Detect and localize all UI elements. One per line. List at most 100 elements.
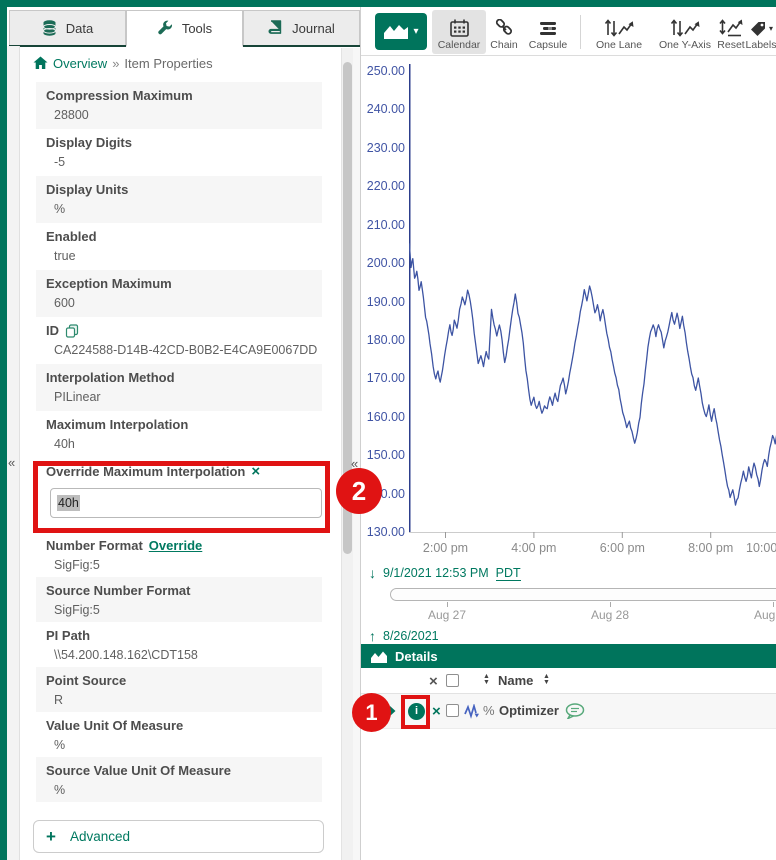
timezone-link[interactable]: PDT — [496, 566, 521, 581]
property-list: Compression Maximum 28800 Display Digits… — [36, 82, 322, 802]
range-tick — [610, 602, 611, 607]
row-checkbox[interactable] — [446, 704, 459, 717]
tab-tools[interactable]: Tools — [126, 10, 243, 47]
trend-icon — [383, 23, 409, 40]
labels-button[interactable]: ▾ Labels — [739, 10, 776, 54]
remove-all-icon[interactable]: × — [429, 674, 438, 689]
end-datetime[interactable]: 9/1/2021 12:53 PM — [383, 566, 489, 580]
details-title: Details — [395, 649, 438, 664]
property-display-units: Display Units % — [36, 176, 322, 223]
one-y-axis-icon — [670, 19, 700, 37]
home-icon[interactable] — [33, 56, 48, 70]
property-number-format: Number Format Override SigFig:5 — [36, 532, 322, 577]
book-icon — [268, 20, 283, 36]
area-chart-icon — [371, 650, 387, 663]
view-mode-button[interactable]: ▾ — [375, 13, 427, 50]
plus-icon: + — [46, 830, 56, 844]
workbench-tabbar: Data Tools Journal — [9, 10, 360, 47]
calendar-icon — [450, 19, 469, 37]
item-properties-panel: Data Tools Journal Overview » Item Prope… — [7, 7, 360, 860]
details-panel-header: Details — [361, 644, 776, 668]
y-axis-label: 170.00 — [361, 370, 405, 386]
x-axis-label: 10:00 pm — [746, 541, 776, 557]
tab-data-label: Data — [66, 21, 93, 36]
range-tick-label: Aug 27 — [412, 608, 482, 622]
right-collapse-strip: « — [353, 48, 360, 860]
chevron-down-icon: ▾ — [413, 26, 418, 37]
property-compression-maximum: Compression Maximum 28800 — [36, 82, 322, 129]
window-frame-top — [0, 0, 776, 7]
properties-scrollbar[interactable] — [341, 48, 353, 860]
range-tick-label: Aug 28 — [575, 608, 645, 622]
database-icon — [42, 20, 57, 36]
breadcrumb-overview-link[interactable]: Overview — [53, 56, 107, 71]
advanced-button[interactable]: + Advanced — [33, 820, 324, 853]
range-tick-label: Aug 29 — [738, 608, 776, 622]
one-lane-button[interactable]: One Lane — [589, 10, 649, 54]
left-collapse-strip: « — [7, 46, 20, 860]
y-axis-label: 190.00 — [361, 294, 405, 310]
item-name[interactable]: Optimizer — [499, 703, 559, 718]
breadcrumb-separator: » — [112, 56, 119, 71]
property-interpolation-method: Interpolation Method PILinear — [36, 364, 322, 411]
x-axis-label: 6:00 pm — [587, 541, 657, 557]
window-frame-left — [0, 0, 7, 860]
tab-journal[interactable]: Journal — [243, 10, 360, 45]
property-pi-path: PI Path \\54.200.148.162\CDT158 — [36, 622, 322, 667]
x-axis-label: 8:00 pm — [676, 541, 746, 557]
calendar-button[interactable]: Calendar — [432, 10, 486, 54]
property-source-number-format: Source Number Format SigFig:5 — [36, 577, 322, 622]
y-axis-label: 220.00 — [361, 178, 405, 194]
arrow-up-icon: ↑ — [369, 628, 376, 644]
display-range-end: ↓ 9/1/2021 12:53 PM PDT — [369, 564, 521, 582]
chain-button[interactable]: Chain — [488, 10, 520, 54]
x-axis-label: 4:00 pm — [499, 541, 569, 557]
property-display-digits: Display Digits -5 — [36, 129, 322, 176]
property-enabled: Enabled true — [36, 223, 322, 270]
one-lane-icon — [604, 19, 634, 37]
one-y-axis-button[interactable]: One Y-Axis — [654, 10, 716, 54]
signal-icon — [464, 704, 480, 719]
tab-data[interactable]: Data — [9, 10, 126, 45]
y-axis-label: 160.00 — [361, 409, 405, 425]
property-point-source: Point Source R — [36, 667, 322, 712]
range-tick — [773, 602, 774, 607]
capsule-button[interactable]: Capsule — [523, 10, 573, 54]
trend-chart[interactable] — [409, 64, 776, 539]
arrow-down-icon: ↓ — [369, 565, 376, 581]
sort-icon[interactable]: ▲▼ — [543, 674, 550, 686]
y-axis-label: 210.00 — [361, 217, 405, 233]
range-scrollbar[interactable] — [390, 588, 776, 601]
collapse-panel-chevron-left[interactable]: « — [8, 455, 15, 470]
breadcrumb: Overview » Item Properties — [33, 53, 213, 73]
range-tick — [447, 602, 448, 607]
y-axis-label: 200.00 — [361, 255, 405, 271]
details-table-header: × ▲▼ Name ▲▼ — [361, 668, 776, 694]
chain-icon — [495, 19, 513, 37]
trend-panel: ▾ Calendar Chain — [360, 7, 776, 860]
property-exception-maximum: Exception Maximum 600 — [36, 270, 322, 317]
copy-icon[interactable] — [65, 324, 79, 338]
annotation-circle-step2: 2 — [336, 468, 382, 514]
sort-icon[interactable]: ▲▼ — [483, 674, 490, 686]
property-maximum-interpolation: Maximum Interpolation 40h — [36, 411, 322, 458]
name-column-header[interactable]: Name — [498, 673, 533, 688]
remove-item-icon[interactable]: × — [432, 704, 441, 719]
select-all-checkbox[interactable] — [446, 674, 459, 687]
signal-line-optimizer — [409, 240, 776, 505]
y-axis-label: 250.00 — [361, 63, 405, 79]
y-axis-label: 150.00 — [361, 447, 405, 463]
start-date[interactable]: 8/26/2021 — [383, 629, 439, 643]
y-axis-label: 240.00 — [361, 101, 405, 117]
y-axis-label: 180.00 — [361, 332, 405, 348]
capsule-icon — [539, 20, 557, 37]
annotation-rect-step2 — [33, 461, 330, 533]
y-axis-label: 130.00 — [361, 524, 405, 540]
annotate-icon[interactable] — [565, 703, 585, 719]
toolbar-separator — [580, 15, 581, 49]
annotation-rect-step1 — [401, 695, 430, 729]
number-format-override-link[interactable]: Override — [149, 537, 202, 555]
x-axis-label: 2:00 pm — [411, 541, 481, 557]
y-axis-label: 230.00 — [361, 140, 405, 156]
display-range-start: ↑ 8/26/2021 — [369, 627, 439, 645]
